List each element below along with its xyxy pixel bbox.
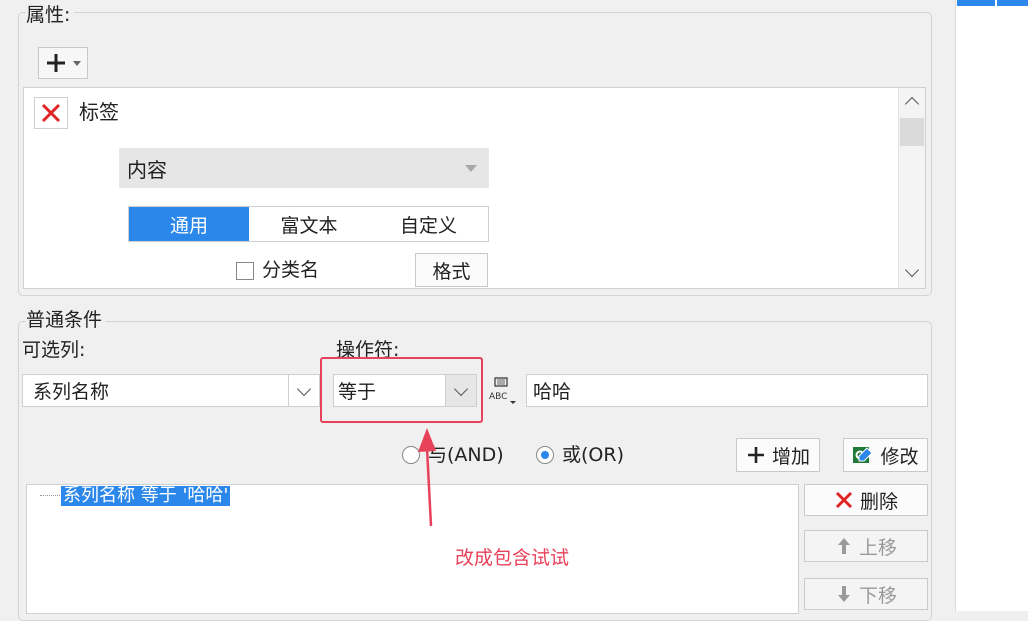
category-checkbox[interactable] <box>236 262 254 280</box>
properties-title: 属性: <box>26 6 75 25</box>
column-select-value: 系列名称 <box>33 381 110 403</box>
content-select-value: 内容 <box>127 157 167 182</box>
content-select[interactable]: 内容 <box>119 148 489 188</box>
chevron-down-icon <box>465 164 477 172</box>
move-up-label: 上移 <box>858 536 897 559</box>
scroll-thumb[interactable] <box>900 118 924 146</box>
annotation-text: 改成包含试试 <box>455 547 570 569</box>
right-side-pane <box>955 0 1028 611</box>
label-item-text: 标签 <box>79 100 119 124</box>
move-down-button[interactable]: 下移 <box>804 578 928 610</box>
radio-or-dot <box>541 451 549 459</box>
delete-label-icon[interactable] <box>34 97 68 129</box>
right-pane-tab-2[interactable] <box>997 0 1028 6</box>
add-condition-label: 增加 <box>771 445 810 468</box>
plus-icon <box>47 54 65 72</box>
annotation-arrow <box>418 428 436 527</box>
scroll-down-icon[interactable] <box>898 260 925 284</box>
delete-condition-label: 删除 <box>859 490 898 513</box>
optional-column-label: 可选列: <box>22 339 86 361</box>
radio-or[interactable] <box>536 446 554 464</box>
value-type-icon[interactable]: ABC <box>486 376 522 408</box>
format-button[interactable]: 格式 <box>415 253 488 287</box>
tree-condition-item[interactable]: 系列名称 等于 '哈哈' <box>61 486 231 506</box>
plus-icon <box>747 447 764 463</box>
scroll-up-icon[interactable] <box>898 90 925 114</box>
radio-or-label: 或(OR) <box>562 444 624 466</box>
arrow-down-icon <box>837 586 850 602</box>
add-condition-button[interactable]: 增加 <box>736 438 820 472</box>
delete-condition-button[interactable]: 删除 <box>804 484 928 516</box>
right-pane-tab[interactable] <box>957 0 995 6</box>
delete-x-icon <box>835 491 853 509</box>
tab-general[interactable]: 通用 <box>129 207 249 241</box>
tab-rich-text[interactable]: 富文本 <box>249 207 369 241</box>
value-input[interactable]: 哈哈 <box>526 374 928 407</box>
annotation-highlight-box <box>320 357 483 423</box>
tab-custom[interactable]: 自定义 <box>369 207 488 241</box>
move-up-button[interactable]: 上移 <box>804 530 928 562</box>
move-down-label: 下移 <box>858 584 897 607</box>
condition-title: 普通条件 <box>26 311 107 330</box>
arrow-up-icon <box>837 538 850 554</box>
svg-text:ABC: ABC <box>489 392 507 402</box>
modify-condition-button[interactable]: 修改 <box>843 438 928 472</box>
dropdown-small-icon <box>73 60 81 66</box>
column-select[interactable]: 系列名称 <box>22 374 320 407</box>
tree-connector-line <box>40 495 60 496</box>
edit-gear-icon <box>853 447 874 463</box>
label-tabs: 通用 富文本 自定义 <box>128 206 489 242</box>
category-checkbox-label: 分类名 <box>262 259 320 281</box>
modify-condition-label: 修改 <box>880 445 919 468</box>
chevron-down-icon <box>288 375 319 406</box>
value-input-text: 哈哈 <box>533 381 572 403</box>
add-property-button[interactable] <box>38 47 88 79</box>
